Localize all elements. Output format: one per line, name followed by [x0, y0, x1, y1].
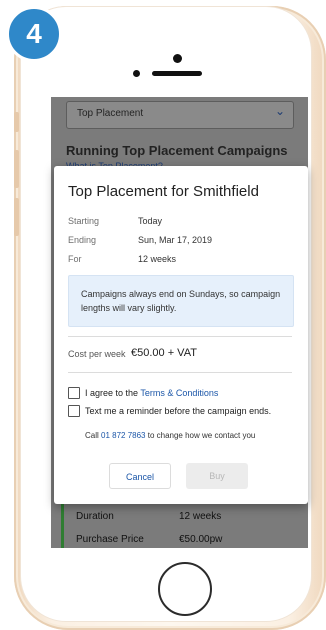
ending-label: Ending	[68, 235, 97, 245]
background-heading: Running Top Placement Campaigns	[66, 143, 288, 158]
contact-note: Call 01 872 7863 to change how we contac…	[85, 431, 255, 440]
starting-label: Starting	[68, 216, 100, 226]
summary-row-label: Purchase Price	[76, 534, 144, 545]
pricing-summary: Duration 12 weeks Purchase Price €50.00p…	[61, 502, 304, 548]
call-suffix: to change how we contact you	[145, 431, 256, 440]
volume-down-button	[14, 198, 19, 236]
summary-row-value: 12 weeks	[179, 511, 222, 522]
starting-value: Today	[138, 216, 163, 226]
campaign-type-select[interactable]: Top Placement ⌄	[66, 101, 294, 129]
cost-per-week-label: Cost per week	[68, 349, 126, 359]
camera-dot	[173, 54, 182, 63]
ending-value: Sun, Mar 17, 2019	[138, 235, 213, 245]
divider	[68, 372, 292, 373]
reminder-label: Text me a reminder before the campaign e…	[85, 406, 272, 416]
earpiece-speaker	[152, 71, 202, 76]
phone-number-link[interactable]: 01 872 7863	[101, 431, 146, 440]
duration-label: For	[68, 254, 82, 264]
step-badge: 4	[6, 6, 62, 62]
info-notice: Campaigns always end on Sundays, so camp…	[68, 275, 294, 327]
divider	[68, 336, 292, 337]
volume-up-button	[14, 150, 19, 188]
select-value: Top Placement	[77, 108, 144, 119]
purchase-modal: Top Placement for Smithfield Starting To…	[54, 166, 308, 504]
terms-conditions-link[interactable]: Terms & Conditions	[140, 388, 218, 398]
terms-prefix: I agree to the	[85, 388, 141, 398]
info-text: Campaigns always end on Sundays, so camp…	[81, 289, 281, 313]
summary-row-label: Duration	[76, 511, 114, 522]
modal-title: Top Placement for Smithfield	[68, 183, 259, 200]
terms-checkbox[interactable]	[68, 387, 80, 399]
reminder-checkbox[interactable]	[68, 405, 80, 417]
home-button[interactable]	[158, 562, 212, 616]
terms-label: I agree to the Terms & Conditions	[85, 387, 218, 399]
chevron-down-icon: ⌄	[274, 104, 285, 118]
duration-value: 12 weeks	[138, 254, 177, 264]
cost-per-week-value: €50.00 + VAT	[131, 347, 197, 359]
sensor-dot	[133, 70, 140, 77]
mute-switch	[14, 112, 19, 132]
call-prefix: Call	[85, 431, 102, 440]
summary-row-value: €50.00pw	[179, 534, 223, 545]
cancel-button[interactable]: Cancel	[109, 463, 171, 489]
buy-button[interactable]: Buy	[186, 463, 248, 489]
